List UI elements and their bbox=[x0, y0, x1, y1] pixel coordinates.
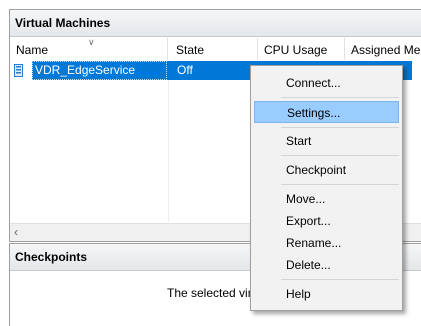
menu-separator bbox=[281, 279, 399, 280]
scroll-left-icon[interactable]: ‹ bbox=[14, 225, 18, 239]
menu-separator bbox=[281, 155, 399, 156]
menu-item-checkpoint[interactable]: Checkpoint bbox=[254, 159, 399, 181]
sort-arrow-icon: ∨ bbox=[88, 38, 95, 47]
checkpoints-message: The selected virtu bbox=[167, 286, 262, 300]
column-header-name[interactable]: ∨ Name bbox=[10, 38, 168, 60]
vm-icon bbox=[14, 64, 23, 77]
menu-item-rename[interactable]: Rename... bbox=[254, 232, 399, 254]
menu-separator bbox=[281, 184, 399, 185]
column-header-cpu-usage[interactable]: CPU Usage bbox=[258, 38, 345, 60]
menu-item-connect[interactable]: Connect... bbox=[254, 72, 399, 94]
menu-item-delete[interactable]: Delete... bbox=[254, 254, 399, 276]
menu-item-start[interactable]: Start bbox=[254, 130, 399, 152]
menu-item-export[interactable]: Export... bbox=[254, 210, 399, 232]
menu-item-settings[interactable]: Settings... bbox=[254, 101, 399, 123]
column-divider bbox=[168, 80, 169, 222]
context-menu: Connect... Settings... Start Checkpoint … bbox=[250, 65, 403, 311]
vm-state: Off bbox=[177, 63, 193, 77]
menu-item-help[interactable]: Help bbox=[254, 283, 399, 305]
column-headers: ∨ Name State CPU Usage Assigned Me bbox=[10, 38, 421, 60]
menu-item-move[interactable]: Move... bbox=[254, 188, 399, 210]
virtual-machines-header: Virtual Machines bbox=[10, 10, 421, 37]
column-header-assigned-memory[interactable]: Assigned Me bbox=[345, 38, 421, 60]
menu-separator bbox=[281, 127, 399, 128]
vm-name: VDR_EdgeService bbox=[35, 63, 136, 77]
column-header-state[interactable]: State bbox=[170, 38, 258, 60]
menu-separator bbox=[281, 97, 399, 98]
